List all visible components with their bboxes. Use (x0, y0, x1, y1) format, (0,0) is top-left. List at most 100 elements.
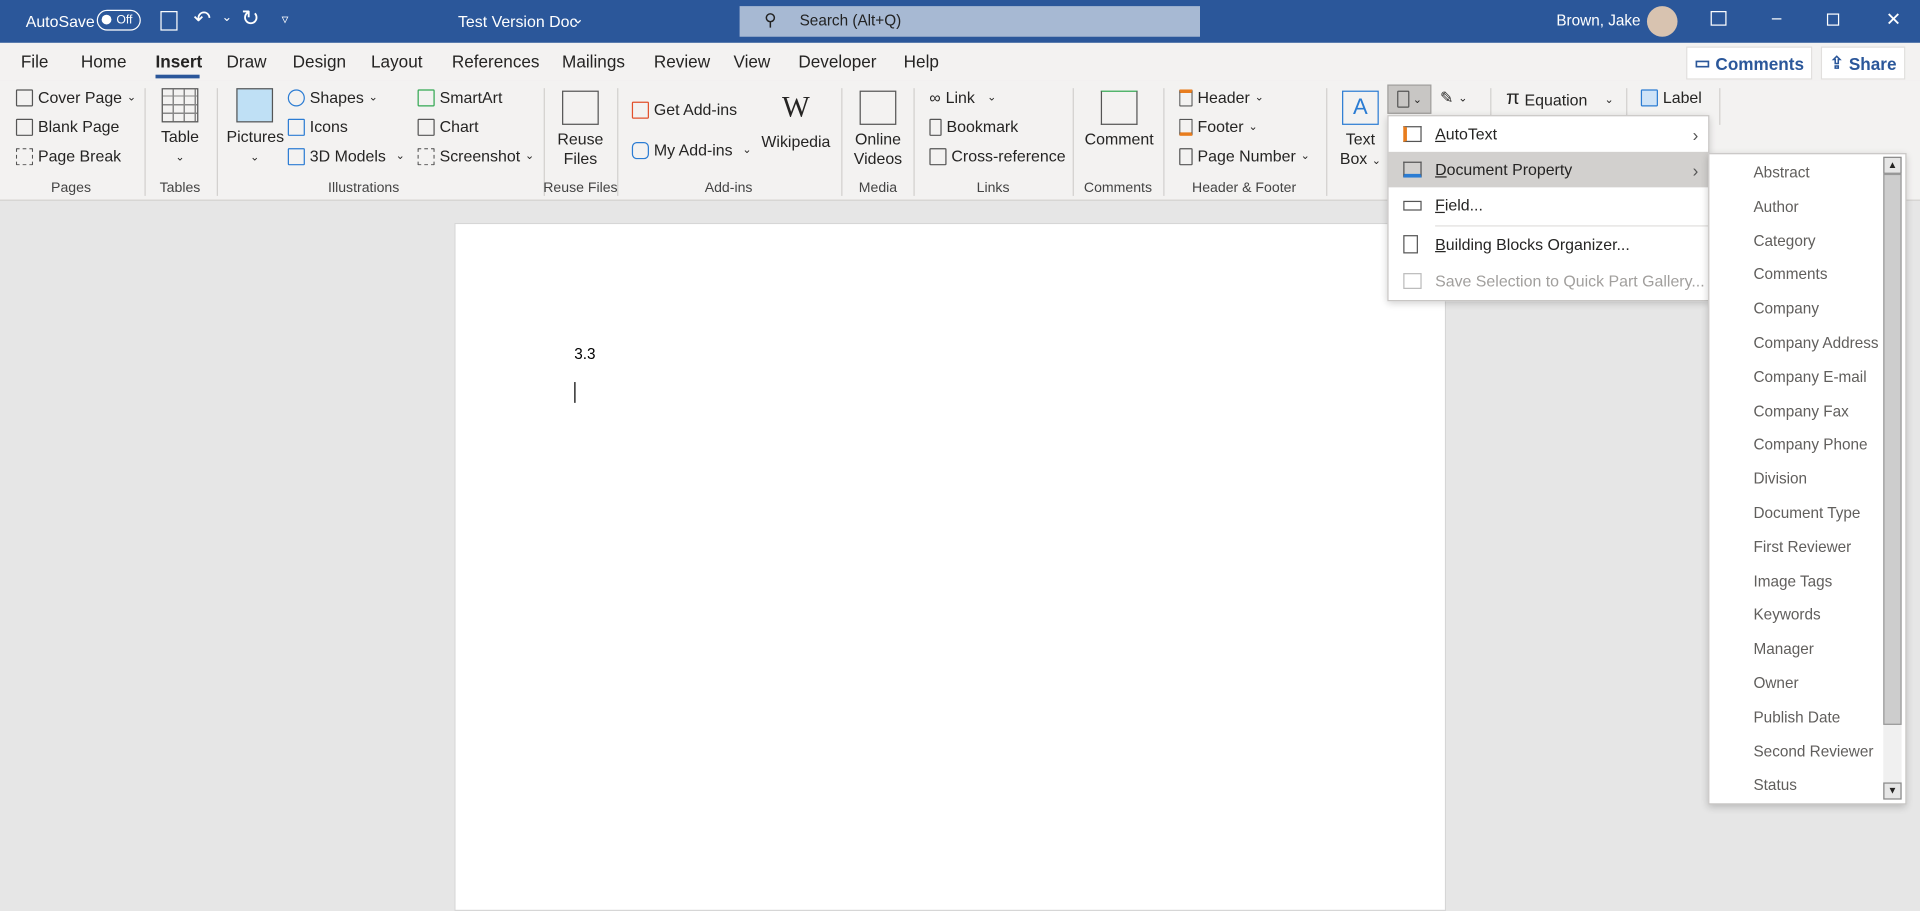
menu-item-label: Building Blocks Organizer... (1435, 235, 1630, 254)
chevron-down-icon[interactable]: ⌄ (572, 10, 584, 27)
submenu-item[interactable]: Document Type (1753, 504, 1860, 521)
equation-label: Equation (1524, 90, 1588, 109)
share-label: Share (1848, 53, 1897, 73)
submenu-item[interactable]: Company Phone (1753, 436, 1867, 453)
submenu-item[interactable]: Image Tags (1753, 573, 1832, 590)
tab-references[interactable]: References (452, 51, 540, 71)
redo-icon[interactable]: ↻ (241, 6, 259, 32)
table-button[interactable]: Table ⌄ (159, 88, 201, 166)
comments-button[interactable]: ▭ Comments (1686, 46, 1813, 80)
submenu-item[interactable]: Category (1753, 232, 1815, 249)
wikipedia-button[interactable]: W Wikipedia (759, 91, 832, 152)
label-button[interactable]: Label (1640, 88, 1702, 107)
shapes-button[interactable]: Shapes ⌄ (287, 88, 378, 107)
tab-help[interactable]: Help (904, 51, 939, 71)
new-comment-button[interactable]: Comment (1082, 90, 1155, 150)
get-addins-label: Get Add-ins (653, 100, 738, 119)
submenu-item[interactable]: Author (1753, 198, 1798, 215)
autosave-toggle[interactable]: Off (96, 9, 141, 31)
tab-developer[interactable]: Developer (798, 51, 876, 71)
page-number-icon (1179, 147, 1193, 165)
tab-insert[interactable]: Insert (156, 51, 203, 71)
tab-layout[interactable]: Layout (371, 51, 422, 71)
quick-parts-button[interactable]: ⌄ (1387, 84, 1432, 114)
header-button[interactable]: Header ⌄ (1179, 88, 1264, 107)
tab-draw[interactable]: Draw (227, 51, 267, 71)
document-title[interactable]: Test Version Doc (458, 12, 577, 30)
submenu-item[interactable]: Second Reviewer (1753, 743, 1873, 760)
submenu-item[interactable]: Owner (1753, 675, 1798, 692)
pictures-button[interactable]: Pictures ⌄ (227, 88, 284, 166)
document-page[interactable]: 3.3 (454, 222, 1447, 911)
page-number-button[interactable]: Page Number ⌄ (1179, 147, 1310, 165)
quick-parts-menu: AutoText › Document Property › Field... Bu… (1387, 115, 1710, 302)
save-icon[interactable] (160, 11, 178, 31)
toggle-knob (101, 14, 112, 25)
screenshot-button[interactable]: Screenshot ⌄ (417, 146, 534, 166)
customize-toolbar-icon[interactable]: ▿ (282, 11, 289, 27)
signature-line-button[interactable]: ✎ ⌄ (1440, 88, 1467, 108)
menu-item-document-property[interactable]: Document Property › (1388, 151, 1709, 188)
equation-button[interactable]: π Equation ⌄ (1506, 88, 1614, 110)
page-break-button[interactable]: Page Break (15, 147, 121, 165)
get-addins-button[interactable]: Get Add-ins (631, 100, 738, 119)
tab-home[interactable]: Home (81, 51, 127, 71)
tab-mailings[interactable]: Mailings (562, 51, 625, 71)
submenu-item[interactable]: Manager (1753, 641, 1813, 658)
shapes-label: Shapes (309, 88, 364, 107)
tab-file[interactable]: File (21, 51, 49, 71)
undo-icon[interactable]: ↶ (193, 7, 210, 31)
submenu-item[interactable]: First Reviewer (1753, 539, 1851, 556)
3d-models-button[interactable]: 3D Models ⌄ (287, 147, 405, 165)
text-box-button[interactable]: A Text Box ⌄ (1337, 90, 1384, 171)
submenu-item[interactable]: Abstract (1753, 164, 1809, 181)
blank-page-button[interactable]: Blank Page (15, 118, 119, 136)
scrollbar[interactable]: ▲ ▼ (1883, 156, 1902, 800)
bookmark-label: Bookmark (946, 117, 1019, 136)
menu-item-label: Field... (1435, 195, 1483, 215)
bookmark-button[interactable]: Bookmark (929, 118, 1018, 136)
undo-dropdown-icon[interactable]: ⌄ (222, 11, 232, 24)
submenu-item[interactable]: Company Address (1753, 334, 1878, 351)
search-box[interactable]: ⚲ Search (Alt+Q) (739, 6, 1201, 37)
scroll-up-arrow-icon[interactable]: ▲ (1883, 156, 1902, 174)
page-number-label: Page Number (1197, 146, 1296, 166)
cover-page-button[interactable]: Cover Page ⌄ (15, 88, 136, 107)
screenshot-label: Screenshot (439, 146, 521, 166)
tab-design[interactable]: Design (293, 51, 346, 71)
submenu-item[interactable]: Keywords (1753, 607, 1820, 624)
user-name[interactable]: Brown, Jake (1556, 12, 1640, 29)
tab-review[interactable]: Review (654, 51, 710, 71)
icons-button[interactable]: Icons (287, 118, 348, 136)
scroll-down-arrow-icon[interactable]: ▼ (1883, 782, 1902, 800)
ribbon-display-icon[interactable] (1710, 11, 1727, 26)
tab-view[interactable]: View (733, 51, 770, 71)
close-icon[interactable]: ✕ (1886, 9, 1901, 31)
menu-item-building-blocks-organizer[interactable]: Building Blocks Organizer... (1389, 227, 1709, 263)
scrollbar-thumb[interactable] (1883, 173, 1902, 725)
menu-item-field[interactable]: Field... (1389, 187, 1709, 223)
cross-reference-button[interactable]: Cross-reference (929, 147, 1066, 165)
chart-button[interactable]: Chart (417, 118, 479, 136)
building-blocks-icon (1403, 235, 1418, 254)
my-addins-button[interactable]: My Add-ins ⌄ (631, 141, 752, 159)
online-videos-button[interactable]: Online Videos (851, 90, 905, 169)
page-break-icon (15, 147, 34, 165)
menu-item-autotext[interactable]: AutoText › (1389, 116, 1709, 152)
footer-button[interactable]: Footer ⌄ (1179, 118, 1258, 136)
submenu-item[interactable]: Comments (1753, 266, 1827, 283)
submenu-item[interactable]: Company Fax (1753, 402, 1848, 419)
submenu-item[interactable]: Company (1753, 300, 1819, 317)
minimize-icon[interactable]: – (1772, 7, 1782, 27)
submenu-item[interactable]: Status (1753, 777, 1796, 794)
submenu-item[interactable]: Division (1753, 470, 1807, 487)
reuse-files-button[interactable]: Reuse Files (553, 90, 607, 169)
smartart-button[interactable]: SmartArt (417, 88, 502, 107)
submenu-item[interactable]: Company E-mail (1753, 368, 1866, 385)
share-button[interactable]: ⇪ Share (1820, 46, 1906, 80)
restore-icon[interactable] (1826, 13, 1840, 26)
link-button[interactable]: ∞ Link ⌄ (929, 88, 996, 106)
avatar[interactable] (1646, 6, 1678, 37)
submenu-item[interactable]: Publish Date (1753, 709, 1840, 726)
bookmark-icon (929, 118, 942, 136)
